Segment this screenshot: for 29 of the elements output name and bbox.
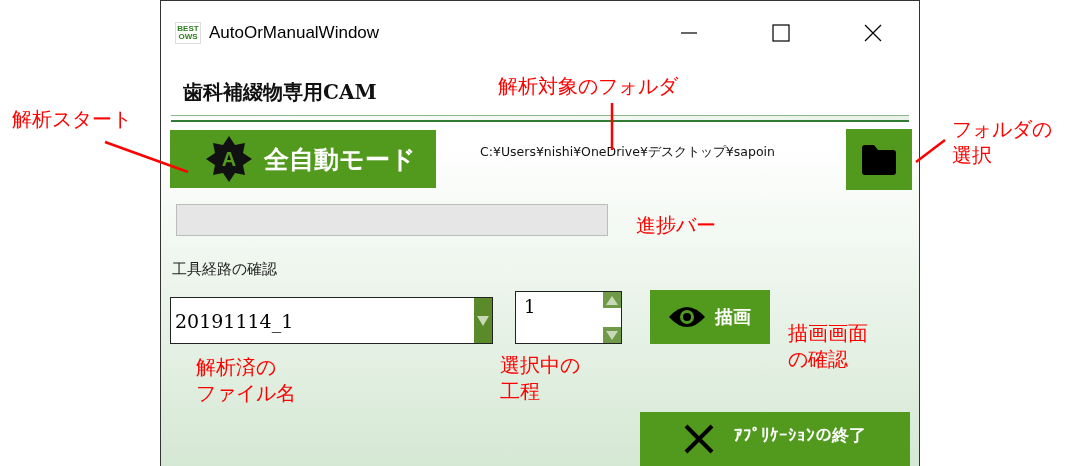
app-heading: 歯科補綴物専用CAM [183, 80, 377, 104]
annotation-label: 解析スタート [12, 106, 132, 132]
close-icon [864, 24, 882, 42]
file-dropdown[interactable]: 20191114_1 [170, 297, 493, 344]
annotation-label: 進捗バー [636, 212, 716, 238]
dropdown-arrow-icon [477, 315, 489, 326]
minimize-icon [681, 32, 697, 34]
step-spinner[interactable]: 1 [515, 291, 622, 344]
exit-button[interactable]: ｱﾌﾟﾘｹｰｼｮﾝの終了 [640, 412, 910, 466]
maximize-icon [772, 24, 790, 42]
annotation-label: 描画画面 の確認 [788, 320, 868, 372]
spin-down-button[interactable] [603, 327, 621, 343]
annotation-label: 解析対象のフォルダ [498, 73, 678, 99]
folder-icon [862, 144, 896, 175]
app-logo: BEST OWS [175, 22, 201, 44]
window-title: AutoOrManualWindow [209, 23, 380, 43]
spin-up-button[interactable] [603, 292, 621, 308]
letter-badge-icon: A [206, 136, 252, 182]
section-label: 工具経路の確認 [172, 260, 278, 279]
eye-icon [669, 305, 705, 329]
annotation-label: 解析済の ファイル名 [196, 354, 296, 406]
close-x-icon [684, 424, 714, 454]
annotation-label: 選択中の 工程 [500, 352, 580, 404]
auto-mode-button[interactable]: A 全自動モード [170, 130, 436, 188]
folder-path: C:¥Users¥nishi¥OneDrive¥デスクトップ¥sapoin [480, 144, 775, 161]
draw-button[interactable]: 描画 [650, 290, 770, 344]
leader-line [915, 139, 946, 163]
folder-select-button[interactable] [846, 129, 912, 190]
annotation-label: フォルダの 選択 [952, 116, 1052, 168]
